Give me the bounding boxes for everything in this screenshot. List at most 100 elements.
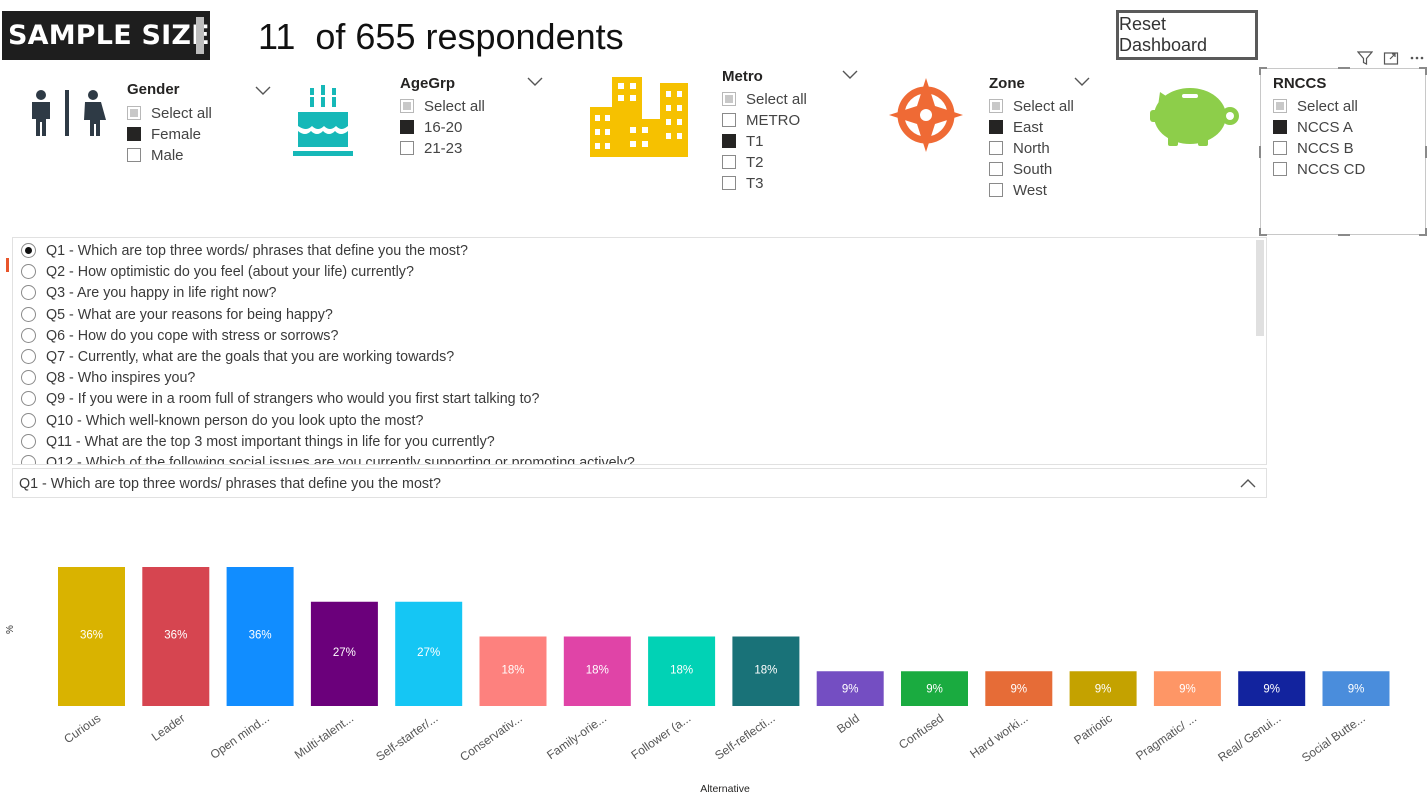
zone-option-south[interactable]: South [989, 160, 1052, 180]
question-item[interactable]: Q12 - Which of the following social issu… [21, 453, 635, 465]
checkbox[interactable] [400, 141, 414, 155]
question-item[interactable]: Q6 - How do you cope with stress or sorr… [21, 326, 338, 347]
checkbox[interactable] [722, 176, 736, 190]
question-label: Q11 - What are the top 3 most important … [46, 433, 495, 450]
data-label-12: 9% [1095, 684, 1112, 696]
rnccs-option-nccs-cd[interactable]: NCCS CD [1273, 160, 1365, 180]
agegrp-chevron-down-icon[interactable] [527, 77, 543, 87]
gender-option-male[interactable]: Male [127, 146, 184, 166]
radio-button[interactable] [21, 391, 36, 407]
more-options-icon[interactable] [1408, 49, 1426, 67]
x-axis-label: Alternative [700, 783, 750, 795]
radio-button[interactable] [21, 306, 36, 322]
checkbox[interactable] [989, 120, 1003, 134]
option-label: Male [151, 147, 184, 164]
metro-option-t2[interactable]: T2 [722, 153, 764, 173]
metro-slicer-title: Metro [722, 68, 763, 85]
question-item[interactable]: Q5 - What are your reasons for being hap… [21, 305, 333, 326]
question-item[interactable]: Q9 - If you were in a room full of stran… [21, 389, 539, 410]
radio-button[interactable] [21, 370, 36, 386]
question-item[interactable]: Q3 - Are you happy in life right now? [21, 283, 276, 304]
checkbox[interactable] [127, 106, 141, 120]
metro-option-metro[interactable]: METRO [722, 111, 800, 131]
checkbox[interactable] [722, 92, 736, 106]
question-label: Q9 - If you were in a room full of stran… [46, 391, 540, 408]
gender-option-female[interactable]: Female [127, 125, 201, 145]
checkbox[interactable] [1273, 99, 1287, 113]
checkbox[interactable] [989, 99, 1003, 113]
question-item[interactable]: Q1 - Which are top three words/ phrases … [21, 241, 468, 262]
zone-option-west[interactable]: West [989, 181, 1047, 201]
radio-button[interactable] [21, 327, 36, 343]
option-label: South [1013, 161, 1053, 178]
focus-mode-icon[interactable] [1382, 49, 1400, 67]
gender-chevron-down-icon[interactable] [255, 86, 271, 96]
filter-icon[interactable] [1356, 49, 1374, 67]
radio-button[interactable] [21, 243, 36, 258]
question-label: Q12 - Which of the following social issu… [46, 455, 635, 465]
checkbox[interactable] [1273, 120, 1287, 134]
radio-button[interactable] [21, 285, 36, 301]
agegrp-option-select-all[interactable]: Select all [400, 97, 485, 117]
checkbox[interactable] [127, 148, 141, 162]
question-item[interactable]: Q11 - What are the top 3 most important … [21, 432, 495, 453]
checkbox[interactable] [1273, 162, 1287, 176]
option-label: Select all [424, 98, 485, 115]
radio-button[interactable] [21, 433, 36, 449]
question-item[interactable]: Q7 - Currently, what are the goals that … [21, 347, 454, 368]
radio-button[interactable] [21, 412, 36, 428]
x-tick-label-0: Curious [61, 711, 103, 746]
agegrp-option-21-23[interactable]: 21-23 [400, 139, 462, 159]
metro-option-t3[interactable]: T3 [722, 174, 764, 194]
banner-accent-bar [196, 17, 204, 54]
option-label: Select all [151, 105, 212, 122]
city-buildings-icon [590, 77, 690, 157]
zone-option-east[interactable]: East [989, 118, 1043, 138]
checkbox[interactable] [989, 162, 1003, 176]
chevron-up-icon[interactable] [1240, 478, 1256, 488]
checkbox[interactable] [722, 134, 736, 148]
metro-option-select-all[interactable]: Select all [722, 90, 807, 110]
rnccs-option-nccs-a[interactable]: NCCS A [1273, 118, 1353, 138]
reset-dashboard-button[interactable]: Reset Dashboard [1116, 10, 1258, 60]
metro-option-t1[interactable]: T1 [722, 132, 764, 152]
rnccs-option-select-all[interactable]: Select all [1273, 97, 1358, 117]
checkbox[interactable] [1273, 141, 1287, 155]
question-list-scrollbar[interactable] [1256, 240, 1264, 336]
question-label: Q1 - Which are top three words/ phrases … [46, 243, 468, 259]
data-label-3: 27% [333, 647, 356, 659]
metro-chevron-down-icon[interactable] [842, 70, 858, 80]
question-item[interactable]: Q10 - Which well-known person do you loo… [21, 411, 423, 432]
radio-button[interactable] [21, 264, 36, 280]
checkbox[interactable] [400, 99, 414, 113]
question-label: Q6 - How do you cope with stress or sorr… [46, 327, 339, 344]
zone-chevron-down-icon[interactable] [1074, 77, 1090, 87]
option-label: 21-23 [424, 140, 463, 157]
zone-option-select-all[interactable]: Select all [989, 97, 1074, 117]
checkbox[interactable] [989, 183, 1003, 197]
x-tick-label-9: Bold [834, 711, 862, 736]
checkbox[interactable] [722, 155, 736, 169]
respondent-count: 11 of 655 respondents [258, 16, 624, 57]
x-tick-label-7: Follower (a... [628, 711, 693, 762]
question-item[interactable]: Q8 - Who inspires you? [21, 368, 195, 389]
question-item[interactable]: Q2 - How optimistic do you feel (about y… [21, 262, 414, 283]
rnccs-option-nccs-b[interactable]: NCCS B [1273, 139, 1354, 159]
zone-option-north[interactable]: North [989, 139, 1050, 159]
gender-option-select-all[interactable]: Select all [127, 104, 212, 124]
option-label: Select all [746, 91, 807, 108]
checkbox[interactable] [127, 127, 141, 141]
radio-button[interactable] [21, 349, 36, 364]
x-tick-label-13: Pragmatic/ ... [1133, 711, 1199, 763]
question-dropdown[interactable]: Q1 - Which are top three words/ phrases … [12, 468, 1267, 498]
checkbox[interactable] [989, 141, 1003, 155]
sample-size-banner: SAMPLE SIZE [2, 11, 210, 60]
radio-button[interactable] [21, 455, 36, 464]
checkbox[interactable] [722, 113, 736, 127]
x-tick-label-12: Patriotic [1071, 711, 1115, 747]
question-list[interactable]: Q1 - Which are top three words/ phrases … [12, 237, 1267, 465]
agegrp-option-16-20[interactable]: 16-20 [400, 118, 462, 138]
question-label: Q8 - Who inspires you? [46, 370, 196, 387]
checkbox[interactable] [400, 120, 414, 134]
data-label-5: 18% [501, 664, 524, 676]
